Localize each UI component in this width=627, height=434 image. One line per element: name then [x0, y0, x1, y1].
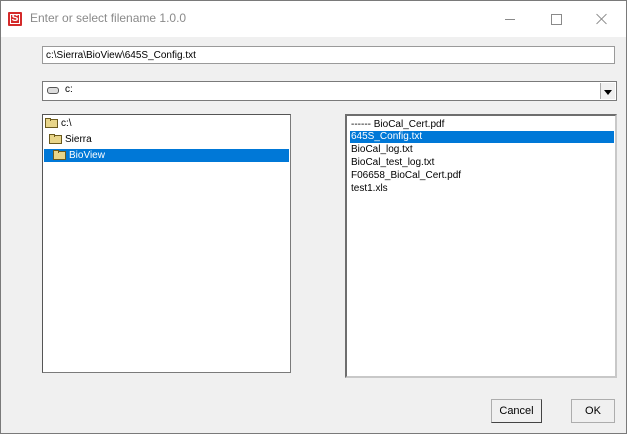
list-item[interactable]: ------ BioCal_Cert.pdf — [350, 119, 614, 131]
folder-label: BioView — [67, 149, 107, 162]
folder-label: Sierra — [65, 134, 92, 145]
minimize-icon — [505, 18, 515, 20]
open-folder-icon — [45, 118, 58, 128]
list-item[interactable]: BioCal_test_log.txt — [350, 157, 614, 169]
cancel-button[interactable]: Cancel — [491, 399, 542, 423]
drive-select[interactable]: c: — [42, 81, 617, 101]
folder-label: c:\ — [61, 118, 72, 129]
ok-button[interactable]: OK — [571, 399, 615, 423]
close-button[interactable] — [579, 1, 625, 37]
dropdown-arrow-button[interactable] — [600, 83, 615, 99]
window-title: Enter or select filename 1.0.0 — [30, 11, 187, 25]
open-folder-icon — [53, 150, 66, 160]
drive-icon — [47, 87, 59, 94]
close-icon — [596, 13, 608, 25]
app-s-icon: S — [8, 12, 22, 26]
file-dialog-window: S Enter or select filename 1.0.0 c: c:\ … — [0, 0, 627, 434]
drive-select-value: c: — [65, 84, 73, 95]
folder-tree-list[interactable]: c:\ Sierra BioView — [42, 114, 291, 373]
list-item[interactable]: test1.xls — [350, 183, 614, 195]
chevron-down-icon — [604, 89, 612, 95]
maximize-button[interactable] — [533, 1, 579, 37]
maximize-icon — [550, 13, 562, 25]
open-folder-icon — [49, 134, 62, 144]
list-item[interactable]: 645S_Config.txt — [350, 131, 614, 143]
list-item[interactable]: BioCal_log.txt — [350, 144, 614, 156]
minimize-button[interactable] — [487, 1, 533, 37]
title-bar[interactable]: S Enter or select filename 1.0.0 — [1, 1, 626, 37]
list-item[interactable]: F06658_BioCal_Cert.pdf — [350, 170, 614, 182]
filename-path-input[interactable] — [42, 46, 615, 64]
file-list[interactable]: ------ BioCal_Cert.pdf 645S_Config.txt B… — [345, 114, 617, 378]
